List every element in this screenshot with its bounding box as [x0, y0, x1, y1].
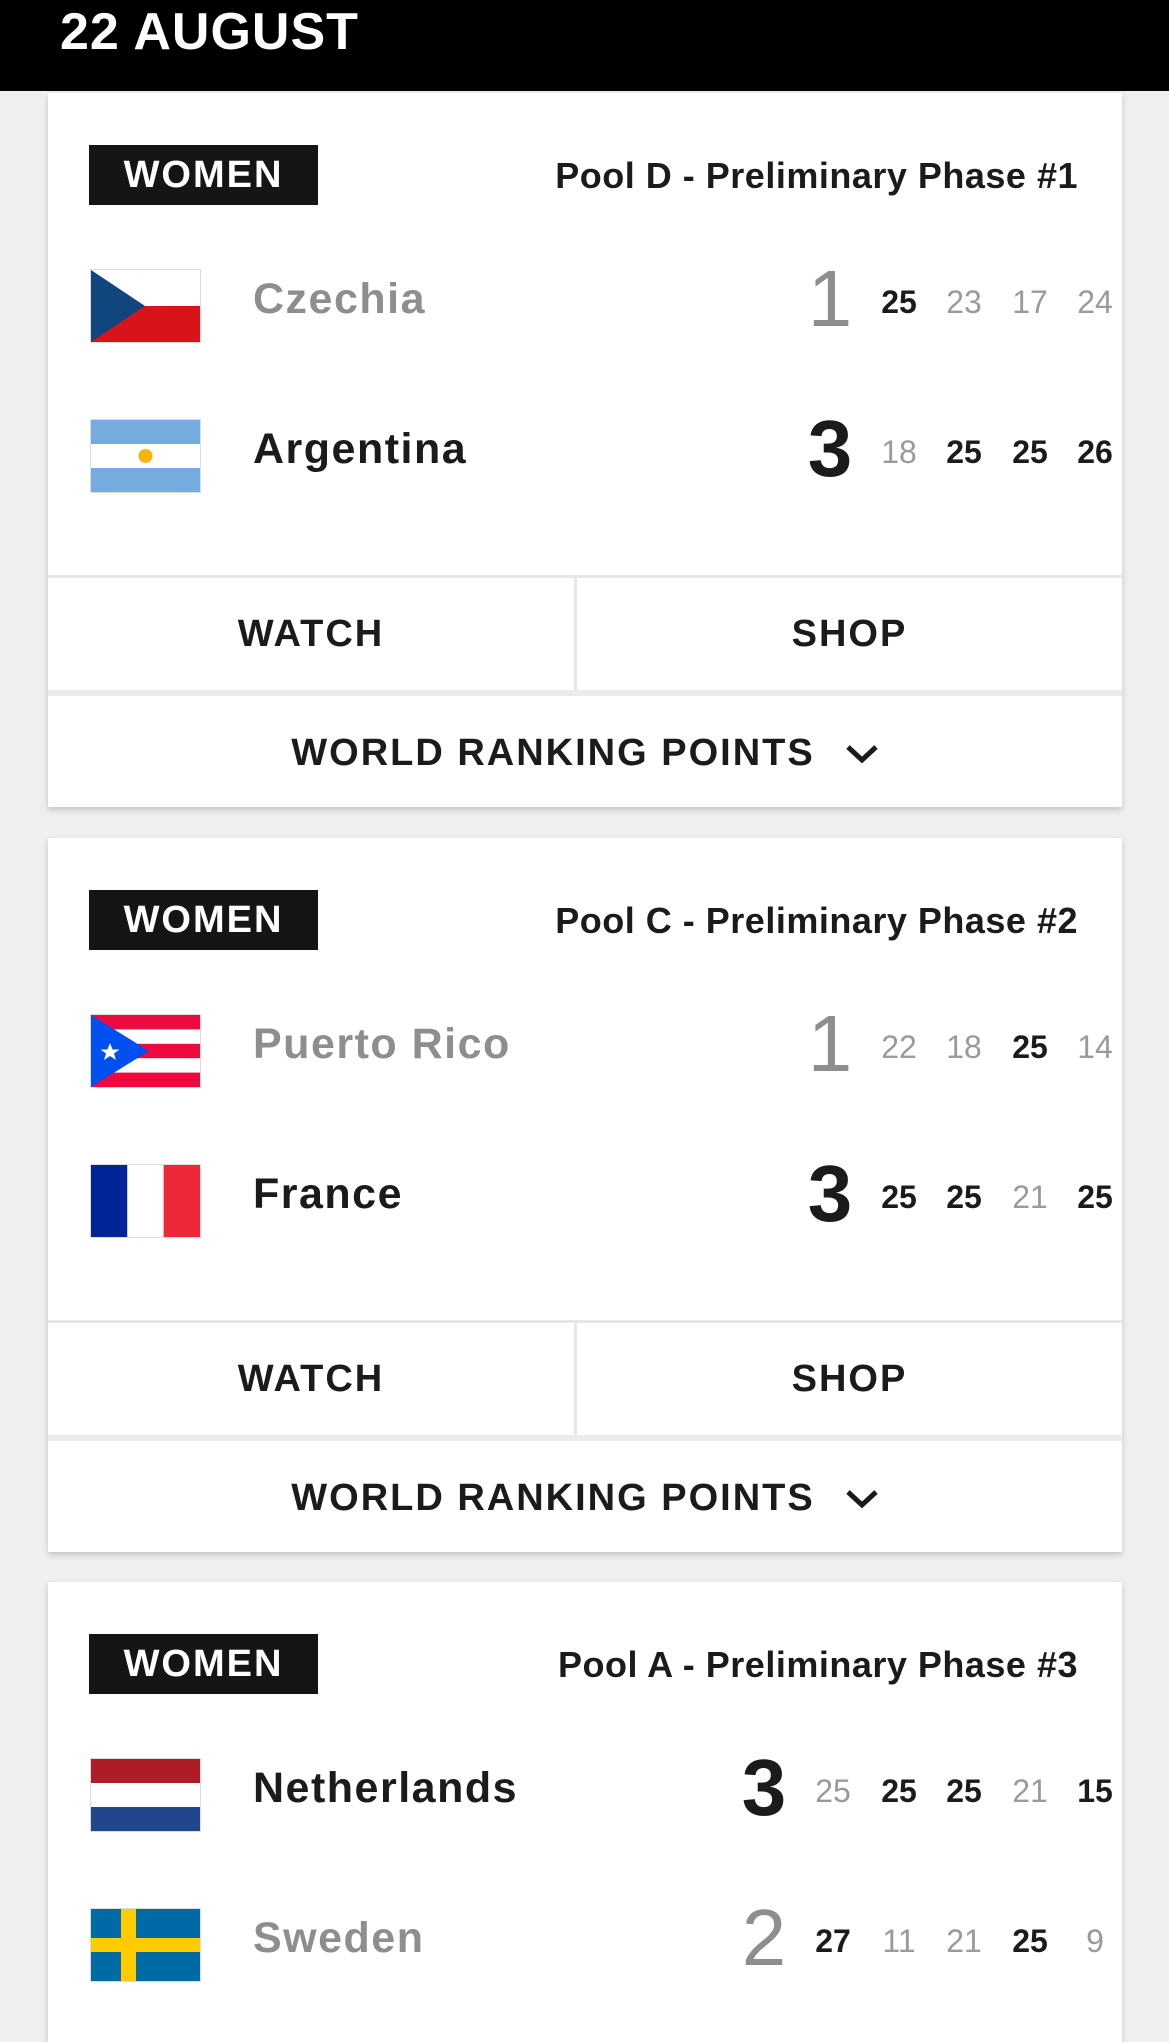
team-row: Netherlands 3 25 25 25 21 15	[48, 1738, 1122, 1838]
category-badge: WOMEN	[89, 145, 318, 205]
set-score: 9	[1086, 1923, 1104, 1959]
team-name: Puerto Rico	[253, 1020, 511, 1068]
category-badge: WOMEN	[89, 1634, 318, 1694]
match-card[interactable]: WOMEN Pool C - Preliminary Phase #2 Puer…	[48, 838, 1122, 1552]
france-flag-icon	[91, 1165, 200, 1237]
czechia-flag-icon	[91, 270, 200, 342]
team-row: France 3 25 25 21 25	[48, 1144, 1122, 1244]
category-badge: WOMEN	[89, 890, 318, 950]
set-score: 21	[1012, 1773, 1048, 1809]
match-card[interactable]: WOMEN Pool A - Preliminary Phase #3 Neth…	[48, 1582, 1122, 2042]
match-card[interactable]: WOMEN Pool D - Preliminary Phase #1 Czec…	[48, 93, 1122, 807]
set-score: 25	[946, 1179, 982, 1215]
set-score: 15	[1077, 1773, 1113, 1809]
team-row: Sweden 2 27 11 21 25 9	[48, 1888, 1122, 1988]
action-buttons: WATCH SHOP	[48, 575, 1122, 690]
argentina-flag-icon	[91, 420, 200, 492]
set-score: 27	[815, 1923, 851, 1959]
set-score: 25	[946, 434, 982, 470]
sets-won: 1	[807, 254, 853, 343]
world-ranking-points-label: WORLD RANKING POINTS	[291, 732, 815, 774]
sets-won: 3	[807, 1149, 853, 1238]
sets-won: 3	[741, 1743, 787, 1832]
team-name: Czechia	[253, 275, 427, 323]
pool-title: Pool C - Preliminary Phase #2	[555, 900, 1078, 941]
sets-won: 2	[741, 1893, 787, 1982]
team-name: Netherlands	[253, 1764, 519, 1812]
chevron-down-icon	[846, 1489, 878, 1508]
set-score: 25	[881, 1773, 917, 1809]
set-score: 21	[946, 1923, 982, 1959]
set-score: 17	[1012, 284, 1048, 320]
set-score: 24	[1077, 284, 1113, 320]
world-ranking-points-toggle[interactable]: WORLD RANKING POINTS	[48, 1435, 1122, 1556]
team-row: Puerto Rico 1 22 18 25 14	[48, 994, 1122, 1094]
action-buttons: WATCH SHOP	[48, 1320, 1122, 1435]
watch-button[interactable]: WATCH	[48, 1323, 577, 1435]
team-row: Argentina 3 18 25 25 26	[48, 399, 1122, 499]
team-name: Sweden	[253, 1914, 425, 1962]
set-score: 23	[946, 284, 982, 320]
watch-button[interactable]: WATCH	[48, 578, 577, 690]
puerto-rico-flag-icon	[91, 1015, 200, 1087]
sweden-flag-icon	[91, 1909, 200, 1981]
set-score: 18	[946, 1029, 982, 1065]
pool-title: Pool A - Preliminary Phase #3	[557, 1644, 1078, 1685]
set-score: 25	[881, 284, 917, 320]
sets-won: 1	[807, 999, 853, 1088]
sets-won: 3	[807, 404, 853, 493]
pool-title: Pool D - Preliminary Phase #1	[555, 155, 1078, 196]
set-score: 25	[946, 1773, 982, 1809]
world-ranking-points-label: WORLD RANKING POINTS	[291, 1477, 815, 1519]
set-score: 25	[881, 1179, 917, 1215]
set-score: 11	[882, 1923, 916, 1959]
netherlands-flag-icon	[91, 1759, 200, 1831]
set-score: 25	[815, 1773, 851, 1809]
chevron-down-icon	[846, 744, 878, 763]
set-score: 25	[1012, 1029, 1048, 1065]
set-score: 18	[881, 434, 917, 470]
set-score: 25	[1012, 1923, 1048, 1959]
date-title: 22 AUGUST	[60, 3, 359, 61]
set-score: 25	[1012, 434, 1048, 470]
set-score: 26	[1077, 434, 1113, 470]
team-name: France	[253, 1170, 404, 1218]
set-score: 25	[1077, 1179, 1113, 1215]
date-header: 22 AUGUST	[0, 0, 1169, 91]
set-score: 22	[881, 1029, 917, 1065]
world-ranking-points-toggle[interactable]: WORLD RANKING POINTS	[48, 690, 1122, 811]
set-score: 14	[1077, 1029, 1113, 1065]
team-row: Czechia 1 25 23 17 24	[48, 249, 1122, 349]
shop-button[interactable]: SHOP	[577, 1323, 1122, 1435]
shop-button[interactable]: SHOP	[577, 578, 1122, 690]
team-name: Argentina	[253, 425, 468, 473]
set-score: 21	[1012, 1179, 1048, 1215]
